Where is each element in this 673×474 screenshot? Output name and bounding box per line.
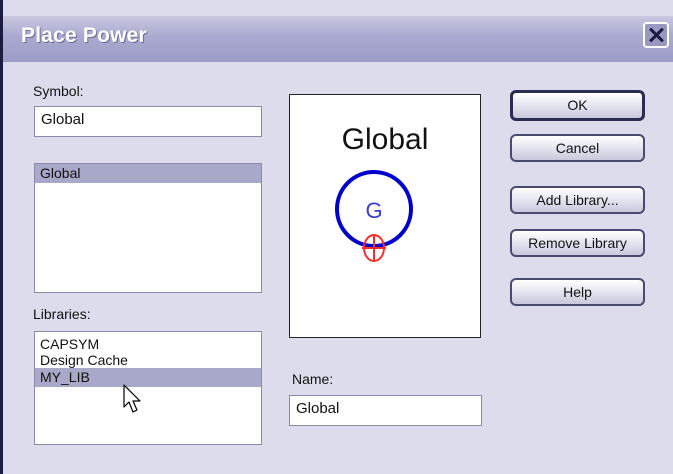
place-power-dialog: Place Power Symbol: Global Global Librar… <box>0 0 673 474</box>
symbol-label: Symbol: <box>33 83 84 99</box>
power-symbol-graphic: G <box>335 170 413 262</box>
ok-button[interactable]: OK <box>510 90 645 121</box>
mouse-pointer-icon <box>123 384 141 413</box>
libraries-list[interactable]: CAPSYM Design Cache MY_LIB <box>34 331 262 445</box>
name-label: Name: <box>292 371 334 387</box>
remove-library-button[interactable]: Remove Library <box>510 229 645 257</box>
help-button[interactable]: Help <box>510 278 645 306</box>
close-icon[interactable] <box>643 22 669 48</box>
add-library-button[interactable]: Add Library... <box>510 186 645 214</box>
symbol-list[interactable]: Global <box>34 163 262 293</box>
cancel-button[interactable]: Cancel <box>510 134 645 162</box>
list-item[interactable]: Global <box>35 164 261 183</box>
list-item[interactable]: Design Cache <box>35 352 261 368</box>
symbol-input[interactable]: Global <box>34 106 262 137</box>
title-bar[interactable]: Place Power <box>3 16 673 62</box>
symbol-letter: G <box>365 198 382 223</box>
list-item[interactable]: MY_LIB <box>35 368 261 387</box>
dialog-title: Place Power <box>21 24 147 47</box>
libraries-label: Libraries: <box>33 306 91 322</box>
list-item[interactable]: CAPSYM <box>35 336 261 352</box>
symbol-preview: Global G <box>289 94 481 338</box>
name-input[interactable]: Global <box>289 395 482 426</box>
